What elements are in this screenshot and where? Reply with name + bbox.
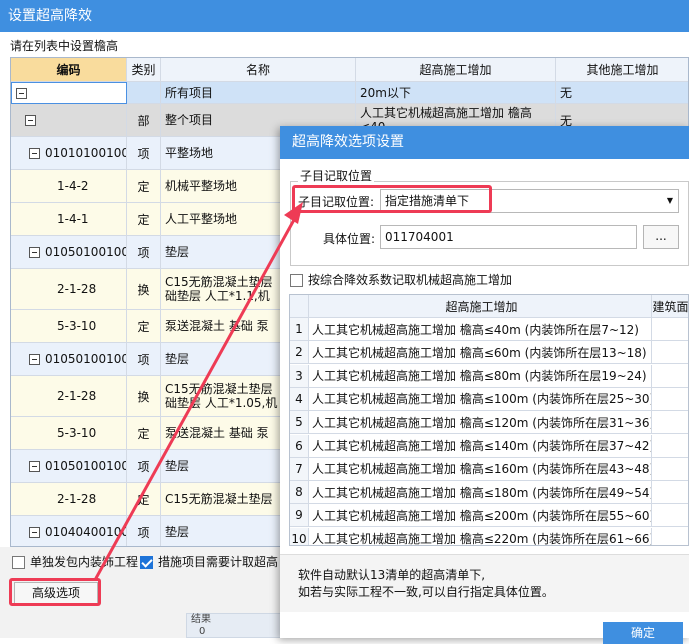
arrow-head	[284, 202, 303, 224]
annotation-arrow	[93, 202, 303, 581]
arrow-line	[93, 217, 297, 581]
